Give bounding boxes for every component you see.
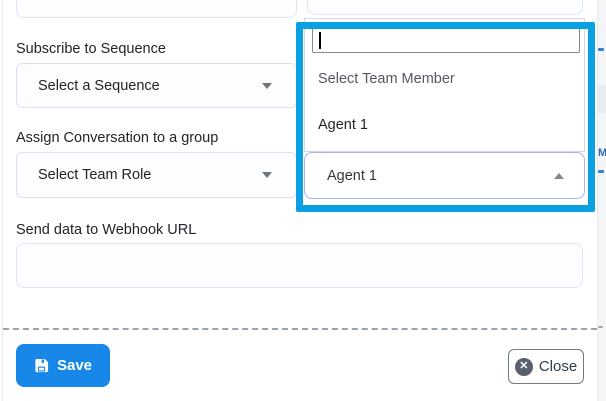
team-role-select-value: Select Team Role bbox=[38, 167, 262, 183]
chevron-down-icon bbox=[262, 83, 272, 89]
chevron-down-icon bbox=[262, 172, 272, 178]
background-dash-fragment bbox=[598, 326, 603, 328]
background-panel-fragment bbox=[598, 85, 606, 113]
team-member-dropdown-panel: Select Team Member Agent 1 bbox=[304, 18, 585, 152]
save-button[interactable]: Save bbox=[16, 344, 110, 387]
text-cursor bbox=[319, 32, 321, 49]
background-page-strip: M bbox=[598, 0, 606, 401]
sequence-field-label: Subscribe to Sequence bbox=[16, 41, 166, 57]
close-button-label: Close bbox=[539, 358, 577, 375]
background-link-fragment bbox=[598, 48, 604, 51]
message-input-partial[interactable] bbox=[16, 0, 297, 18]
dropdown-option-agent-1[interactable]: Agent 1 bbox=[305, 102, 584, 147]
sequence-select[interactable]: Select a Sequence bbox=[16, 63, 297, 108]
save-icon bbox=[34, 358, 49, 373]
webhook-url-input[interactable] bbox=[16, 243, 583, 288]
team-member-select-value: Agent 1 bbox=[327, 168, 554, 184]
dropdown-option-select-team-member[interactable]: Select Team Member bbox=[305, 56, 584, 101]
team-member-select[interactable]: Agent 1 bbox=[304, 152, 585, 199]
team-role-select[interactable]: Select Team Role bbox=[16, 152, 297, 198]
group-field-label: Assign Conversation to a group bbox=[16, 130, 218, 146]
dropdown-search-input[interactable] bbox=[312, 28, 580, 53]
save-button-label: Save bbox=[57, 357, 92, 374]
screen: M Subscribe to Sequence Select a Sequenc… bbox=[0, 0, 606, 401]
chevron-up-icon bbox=[554, 173, 564, 179]
footer-divider bbox=[3, 328, 597, 330]
close-icon: ✕ bbox=[515, 358, 533, 376]
close-button[interactable]: ✕ Close bbox=[508, 349, 584, 384]
message-input-partial-right[interactable] bbox=[307, 0, 583, 15]
background-link-fragment bbox=[598, 170, 604, 173]
background-text-fragment: M bbox=[598, 147, 606, 159]
webhook-field-label: Send data to Webhook URL bbox=[16, 222, 196, 238]
sequence-select-value: Select a Sequence bbox=[38, 78, 262, 94]
